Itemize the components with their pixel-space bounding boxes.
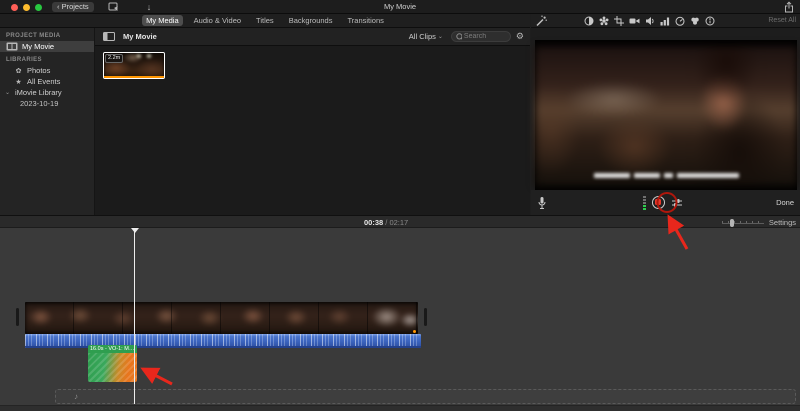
search-input[interactable] (464, 33, 506, 40)
sidebar-item-event-date[interactable]: 2023-10-19 (0, 98, 94, 109)
speed-icon[interactable] (675, 16, 685, 26)
blurred-subtitle (535, 173, 797, 178)
sidebar-item-my-movie[interactable]: My Movie (0, 41, 94, 52)
color-correction-icon[interactable] (599, 16, 609, 26)
music-note-icon: ♪ (74, 392, 78, 401)
timeline-header: 00:38 / 02:17 Settings (0, 215, 800, 228)
voiceover-clip-label: 16.0s - VO-1: M… (88, 345, 137, 353)
clip-trim-handle-right[interactable] (424, 308, 427, 326)
tab-backgrounds[interactable]: Backgrounds (285, 15, 337, 26)
background-music-well[interactable]: ♪ (55, 389, 796, 404)
sidebar-toggle-icon[interactable] (103, 32, 115, 41)
browser-pane-title: My Movie (123, 32, 157, 41)
libraries-header: LIBRARIES (0, 52, 94, 65)
effects-icon[interactable] (690, 16, 700, 26)
all-clips-filter[interactable]: All Clips ⌄ (409, 32, 443, 41)
timeline-audio-waveform[interactable] (25, 334, 421, 348)
timeline-footer-strip (0, 405, 800, 411)
clip-duration-badge: 2.2m (105, 54, 123, 63)
zoom-slider-thumb[interactable] (730, 219, 734, 227)
video-preview (535, 40, 797, 190)
record-voiceover-button[interactable] (652, 196, 665, 209)
sidebar-item-label: My Movie (22, 42, 54, 51)
zoom-slider-track (722, 223, 764, 224)
auto-enhance-wand-icon[interactable] (535, 15, 547, 27)
sidebar-item-all-events[interactable]: ★ All Events (0, 76, 94, 87)
voiceover-center-controls (643, 190, 683, 215)
events-star-icon: ★ (14, 78, 23, 86)
microphone-icon[interactable] (537, 196, 547, 210)
traffic-lights (11, 4, 42, 11)
tab-audio-video[interactable]: Audio & Video (190, 15, 245, 26)
libraries-sidebar: PROJECT MEDIA My Movie LIBRARIES ✿ Photo… (0, 28, 95, 215)
color-balance-icon[interactable] (584, 16, 594, 26)
sidebar-item-label: 2023-10-19 (20, 99, 58, 108)
stabilization-camera-icon[interactable] (629, 16, 640, 26)
media-browser: My Movie All Clips ⌄ ⚙ 2.2m (95, 28, 530, 215)
tab-titles[interactable]: Titles (252, 15, 278, 26)
adjustment-toolbar: Reset All (531, 14, 800, 28)
close-button[interactable] (11, 4, 18, 11)
sidebar-item-imovie-library[interactable]: ⌄ iMovie Library (0, 87, 94, 98)
share-icon[interactable] (784, 1, 794, 13)
timeline-zoom-slider[interactable] (722, 221, 764, 224)
volume-icon[interactable] (645, 16, 655, 26)
film-clip-icon (6, 42, 18, 51)
titlebar: ‹ Projects ↓ My Movie (0, 0, 800, 14)
zoom-button[interactable] (35, 4, 42, 11)
browser-header: My Movie All Clips ⌄ ⚙ (95, 28, 530, 46)
voiceover-control-bar: Done (531, 190, 800, 215)
timecode-current: 00:38 (364, 218, 383, 227)
sidebar-item-photos[interactable]: ✿ Photos (0, 65, 94, 76)
info-icon[interactable] (705, 16, 715, 26)
clip-marker-dot (413, 330, 416, 333)
imovie-window: ‹ Projects ↓ My Movie My Media Audio & V… (0, 0, 800, 411)
projects-back-button[interactable]: ‹ Projects (52, 2, 94, 12)
tab-my-media[interactable]: My Media (142, 15, 183, 26)
playhead-handle[interactable] (131, 228, 139, 233)
playhead[interactable] (134, 228, 135, 404)
back-chevron-icon: ‹ (57, 2, 60, 11)
minimize-button[interactable] (23, 4, 30, 11)
adjustment-icons (584, 14, 715, 28)
media-tabbar: My Media Audio & Video Titles Background… (0, 14, 530, 28)
timeline: 16.0s - VO-1: M… ♪ (0, 228, 800, 405)
done-button[interactable]: Done (776, 198, 794, 207)
voiceover-options-icon[interactable] (671, 198, 683, 208)
timeline-video-clip[interactable] (25, 302, 418, 334)
media-manager-icon[interactable] (106, 2, 120, 12)
reset-all-button[interactable]: Reset All (768, 14, 796, 28)
search-icon (456, 33, 462, 41)
audio-level-meter (643, 196, 646, 210)
media-pane: My Media Audio & Video Titles Background… (0, 14, 530, 215)
chevron-down-icon: ⌄ (438, 33, 443, 40)
noise-reduction-icon[interactable] (660, 16, 670, 26)
used-range-indicator (104, 76, 164, 78)
disclosure-chevron-icon[interactable]: ⌄ (4, 89, 11, 96)
voiceover-clip-body (88, 353, 137, 382)
record-active-square (655, 199, 661, 205)
sidebar-item-label: All Events (27, 77, 60, 86)
timeline-voiceover-clip[interactable]: 16.0s - VO-1: M… (88, 345, 137, 382)
clip-appearance-icon[interactable]: ⚙ (516, 32, 524, 41)
import-icon[interactable]: ↓ (142, 2, 156, 12)
filmstrip-frame-lines (25, 302, 418, 334)
project-media-header: PROJECT MEDIA (0, 28, 94, 41)
window-title: My Movie (0, 2, 800, 11)
tab-transitions[interactable]: Transitions (343, 15, 387, 26)
timecode-total: 02:17 (389, 218, 408, 227)
search-field[interactable] (451, 31, 511, 42)
preview-frame-image (535, 46, 797, 186)
sidebar-item-label: iMovie Library (15, 88, 62, 97)
crop-icon[interactable] (614, 16, 624, 26)
media-clip-thumbnail[interactable]: 2.2m (103, 52, 165, 79)
clip-trim-handle-left[interactable] (16, 308, 19, 326)
photos-flower-icon: ✿ (14, 67, 23, 75)
sidebar-item-label: Photos (27, 66, 50, 75)
viewer-pane: Reset All Done (531, 14, 800, 215)
